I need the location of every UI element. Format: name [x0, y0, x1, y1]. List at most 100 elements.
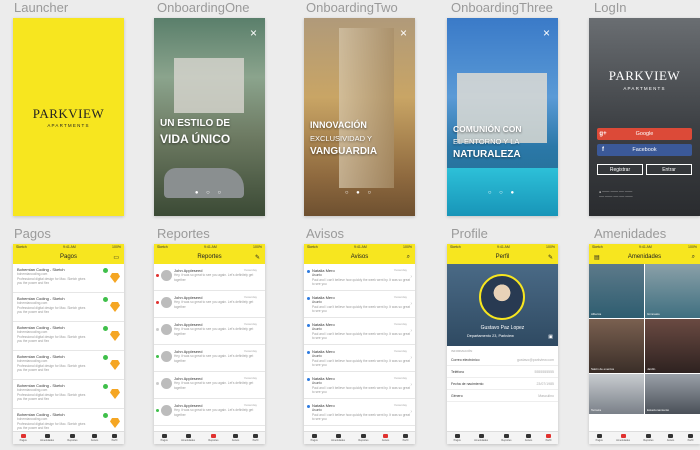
chevron-right-icon: › [410, 301, 412, 307]
field-label: Teléfono [451, 369, 465, 374]
close-icon[interactable]: × [543, 26, 550, 40]
list-item[interactable]: Natalia Mero Yesterday Asunto Paul and I… [304, 345, 415, 372]
facebook-login-button[interactable]: f Facebook [597, 144, 692, 156]
google-login-button[interactable]: g+ Google [597, 128, 692, 140]
document-icon[interactable]: ▤ [594, 254, 600, 261]
field-phone[interactable]: Teléfono 5555555555 [447, 366, 558, 378]
tab-label: Perfil [687, 439, 694, 442]
tab-perfil[interactable]: Perfil [112, 434, 117, 442]
tab-pagos[interactable]: Pagos [20, 434, 27, 442]
tab-avisos[interactable]: Avisos [91, 434, 98, 442]
pager-dots: ○ ○ ● [487, 190, 518, 196]
amenity-card[interactable]: Estacionamiento [645, 374, 700, 414]
card-icon[interactable]: ▭ [113, 254, 119, 261]
list-item[interactable]: Bohemian Coding - Sketch bohemiancoding.… [13, 293, 124, 322]
facebook-icon: f [602, 147, 604, 153]
list-item[interactable]: John Appleseed Yesterday Hey, it was so … [154, 345, 265, 372]
list-item[interactable]: John Appleseed Yesterday Hey, it was so … [154, 399, 265, 426]
tab-perfil[interactable]: Perfil [403, 434, 408, 442]
time: 9:41 AM [62, 245, 76, 249]
pagos-screen[interactable]: Sketch 9:41 AM 100% Pagos ▭ Bohemian Cod… [13, 244, 124, 444]
list-item[interactable]: John Appleseed Yesterday Hey, it was so … [154, 372, 265, 399]
tab-pagos[interactable]: Pagos [596, 434, 603, 442]
tab-avisos[interactable]: Avisos [525, 434, 532, 442]
amenity-card[interactable]: Salón de eventos [589, 319, 644, 373]
pager-dots: ○ ● ○ [344, 190, 375, 196]
tab-avisos[interactable]: Avisos [667, 434, 674, 442]
list-item[interactable]: Natalia Mero Yesterday Asunto Paul and I… [304, 264, 415, 291]
perfil-screen[interactable]: Sketch 9:41 AM 100% Perfil ✎ Gustavo Paz… [447, 244, 558, 444]
amenidades-screen[interactable]: Sketch 9:41 AM 100% ▤ Amenidades ⌕ Alber… [589, 244, 700, 444]
list-item[interactable]: Natalia Mero Yesterday Asunto Paul and I… [304, 291, 415, 318]
field-email[interactable]: Correo electrónico gustavo@parkview.com [447, 354, 558, 366]
reportes-screen[interactable]: Sketch 9:41 AM 100% Reportes ✎ John Appl… [154, 244, 265, 444]
battery: 100% [112, 245, 121, 249]
list-item[interactable]: Natalia Mero Yesterday Asunto Paul and I… [304, 372, 415, 399]
list-item[interactable]: Bohemian Coding - Sketch bohemiancoding.… [13, 264, 124, 293]
avisos-screen[interactable]: Sketch 9:41 AM 100% Avisos ⌕ Natalia Mer… [304, 244, 415, 444]
search-icon[interactable]: ⌕ [407, 254, 410, 261]
ob3-line3: NATURALEZA [453, 149, 521, 160]
close-icon[interactable]: × [250, 26, 257, 40]
tab-perfil[interactable]: Perfil [687, 434, 694, 442]
tab-perfil[interactable]: Perfil [545, 434, 552, 442]
amenity-card[interactable]: Gimnasio [645, 264, 700, 318]
carrier: Sketch [592, 245, 603, 249]
battery: 100% [688, 245, 697, 249]
edit-icon[interactable]: ✎ [548, 254, 553, 261]
register-button[interactable]: Registrar [597, 164, 643, 175]
tab-amenidades[interactable]: Amenidades [474, 434, 488, 442]
item-desc: Hey, it was so great to see you again. L… [174, 327, 254, 336]
tab-reportes[interactable]: Reportes [67, 434, 78, 442]
login-screen[interactable]: PARKVIEW APARTMENTS g+ Google f Facebook… [589, 18, 700, 216]
tab-label: Amenidades [181, 439, 196, 442]
tab-avisos[interactable]: Avisos [382, 434, 389, 442]
ob3-line1: COMUNIÓN CON [453, 124, 522, 134]
onboarding-two-screen[interactable]: × INNOVACIÓN EXCLUSIVIDAD Y VANGUARDIA ○… [304, 18, 415, 216]
tab-amenidades[interactable]: Amenidades [181, 434, 195, 442]
tab-amenidades[interactable]: Amenidades [40, 434, 54, 442]
unread-dot [307, 378, 310, 381]
tab-pagos[interactable]: Pagos [454, 434, 461, 442]
amenity-card[interactable]: Alberca [589, 264, 644, 318]
tab-amenidades[interactable]: Amenidades [331, 434, 345, 442]
onboarding-three-screen[interactable]: × COMUNIÓN CON EL ENTORNO Y LA NATURALEZ… [447, 18, 558, 216]
list-item[interactable]: Bohemian Coding - Sketch bohemiancoding.… [13, 380, 124, 409]
tab-label: Perfil [545, 439, 552, 442]
amenity-caption: Alberca [591, 312, 602, 316]
tab-pagos[interactable]: Pagos [161, 434, 168, 442]
list-item[interactable]: John Appleseed Yesterday Hey, it was so … [154, 264, 265, 291]
enter-button[interactable]: Entrar [646, 164, 692, 175]
avisos-icon [383, 434, 389, 438]
facebook-label: Facebook [632, 147, 657, 153]
field-gender[interactable]: Género Masculino [447, 390, 558, 402]
tab-amenidades[interactable]: Amenidades [616, 434, 630, 442]
tab-reportes[interactable]: Reportes [358, 434, 369, 442]
amenidades-icon [478, 434, 484, 438]
tab-pagos[interactable]: Pagos [311, 434, 318, 442]
avatar[interactable] [479, 274, 525, 320]
tab-reportes[interactable]: Reportes [501, 434, 512, 442]
tab-reportes[interactable]: Reportes [208, 434, 219, 442]
ob1-line2: VIDA ÚNICO [160, 132, 231, 146]
list-item[interactable]: Bohemian Coding - Sketch bohemiancoding.… [13, 351, 124, 380]
list-item[interactable]: John Appleseed Yesterday Hey, it was so … [154, 291, 265, 318]
list-item[interactable]: John Appleseed Yesterday Hey, it was so … [154, 318, 265, 345]
search-icon[interactable]: ⌕ [692, 254, 695, 261]
launcher-screen[interactable]: PARKVIEW APARTMENTS [13, 18, 124, 216]
compose-icon[interactable]: ✎ [255, 254, 260, 261]
field-birthdate[interactable]: Fecha de nacimiento 23/07/1985 [447, 378, 558, 390]
list-item[interactable]: Natalia Mero Yesterday Asunto Paul and I… [304, 399, 415, 426]
camera-icon[interactable]: ▣ [548, 334, 553, 340]
item-desc: Professional digital design for Mac. Ske… [17, 305, 86, 315]
list-item[interactable]: Bohemian Coding - Sketch bohemiancoding.… [13, 322, 124, 351]
label-onboarding-three: OnboardingThree [451, 0, 553, 15]
amenity-card[interactable]: Jardín [645, 319, 700, 373]
onboarding-one-screen[interactable]: × UN ESTILO DE VIDA ÚNICO ● ○ ○ [154, 18, 265, 216]
tab-avisos[interactable]: Avisos [232, 434, 239, 442]
list-item[interactable]: Natalia Mero Yesterday Asunto Paul and I… [304, 318, 415, 345]
tab-perfil[interactable]: Perfil [253, 434, 258, 442]
tab-reportes[interactable]: Reportes [643, 434, 654, 442]
amenity-card[interactable]: Terraza [589, 374, 644, 414]
close-icon[interactable]: × [400, 26, 407, 40]
